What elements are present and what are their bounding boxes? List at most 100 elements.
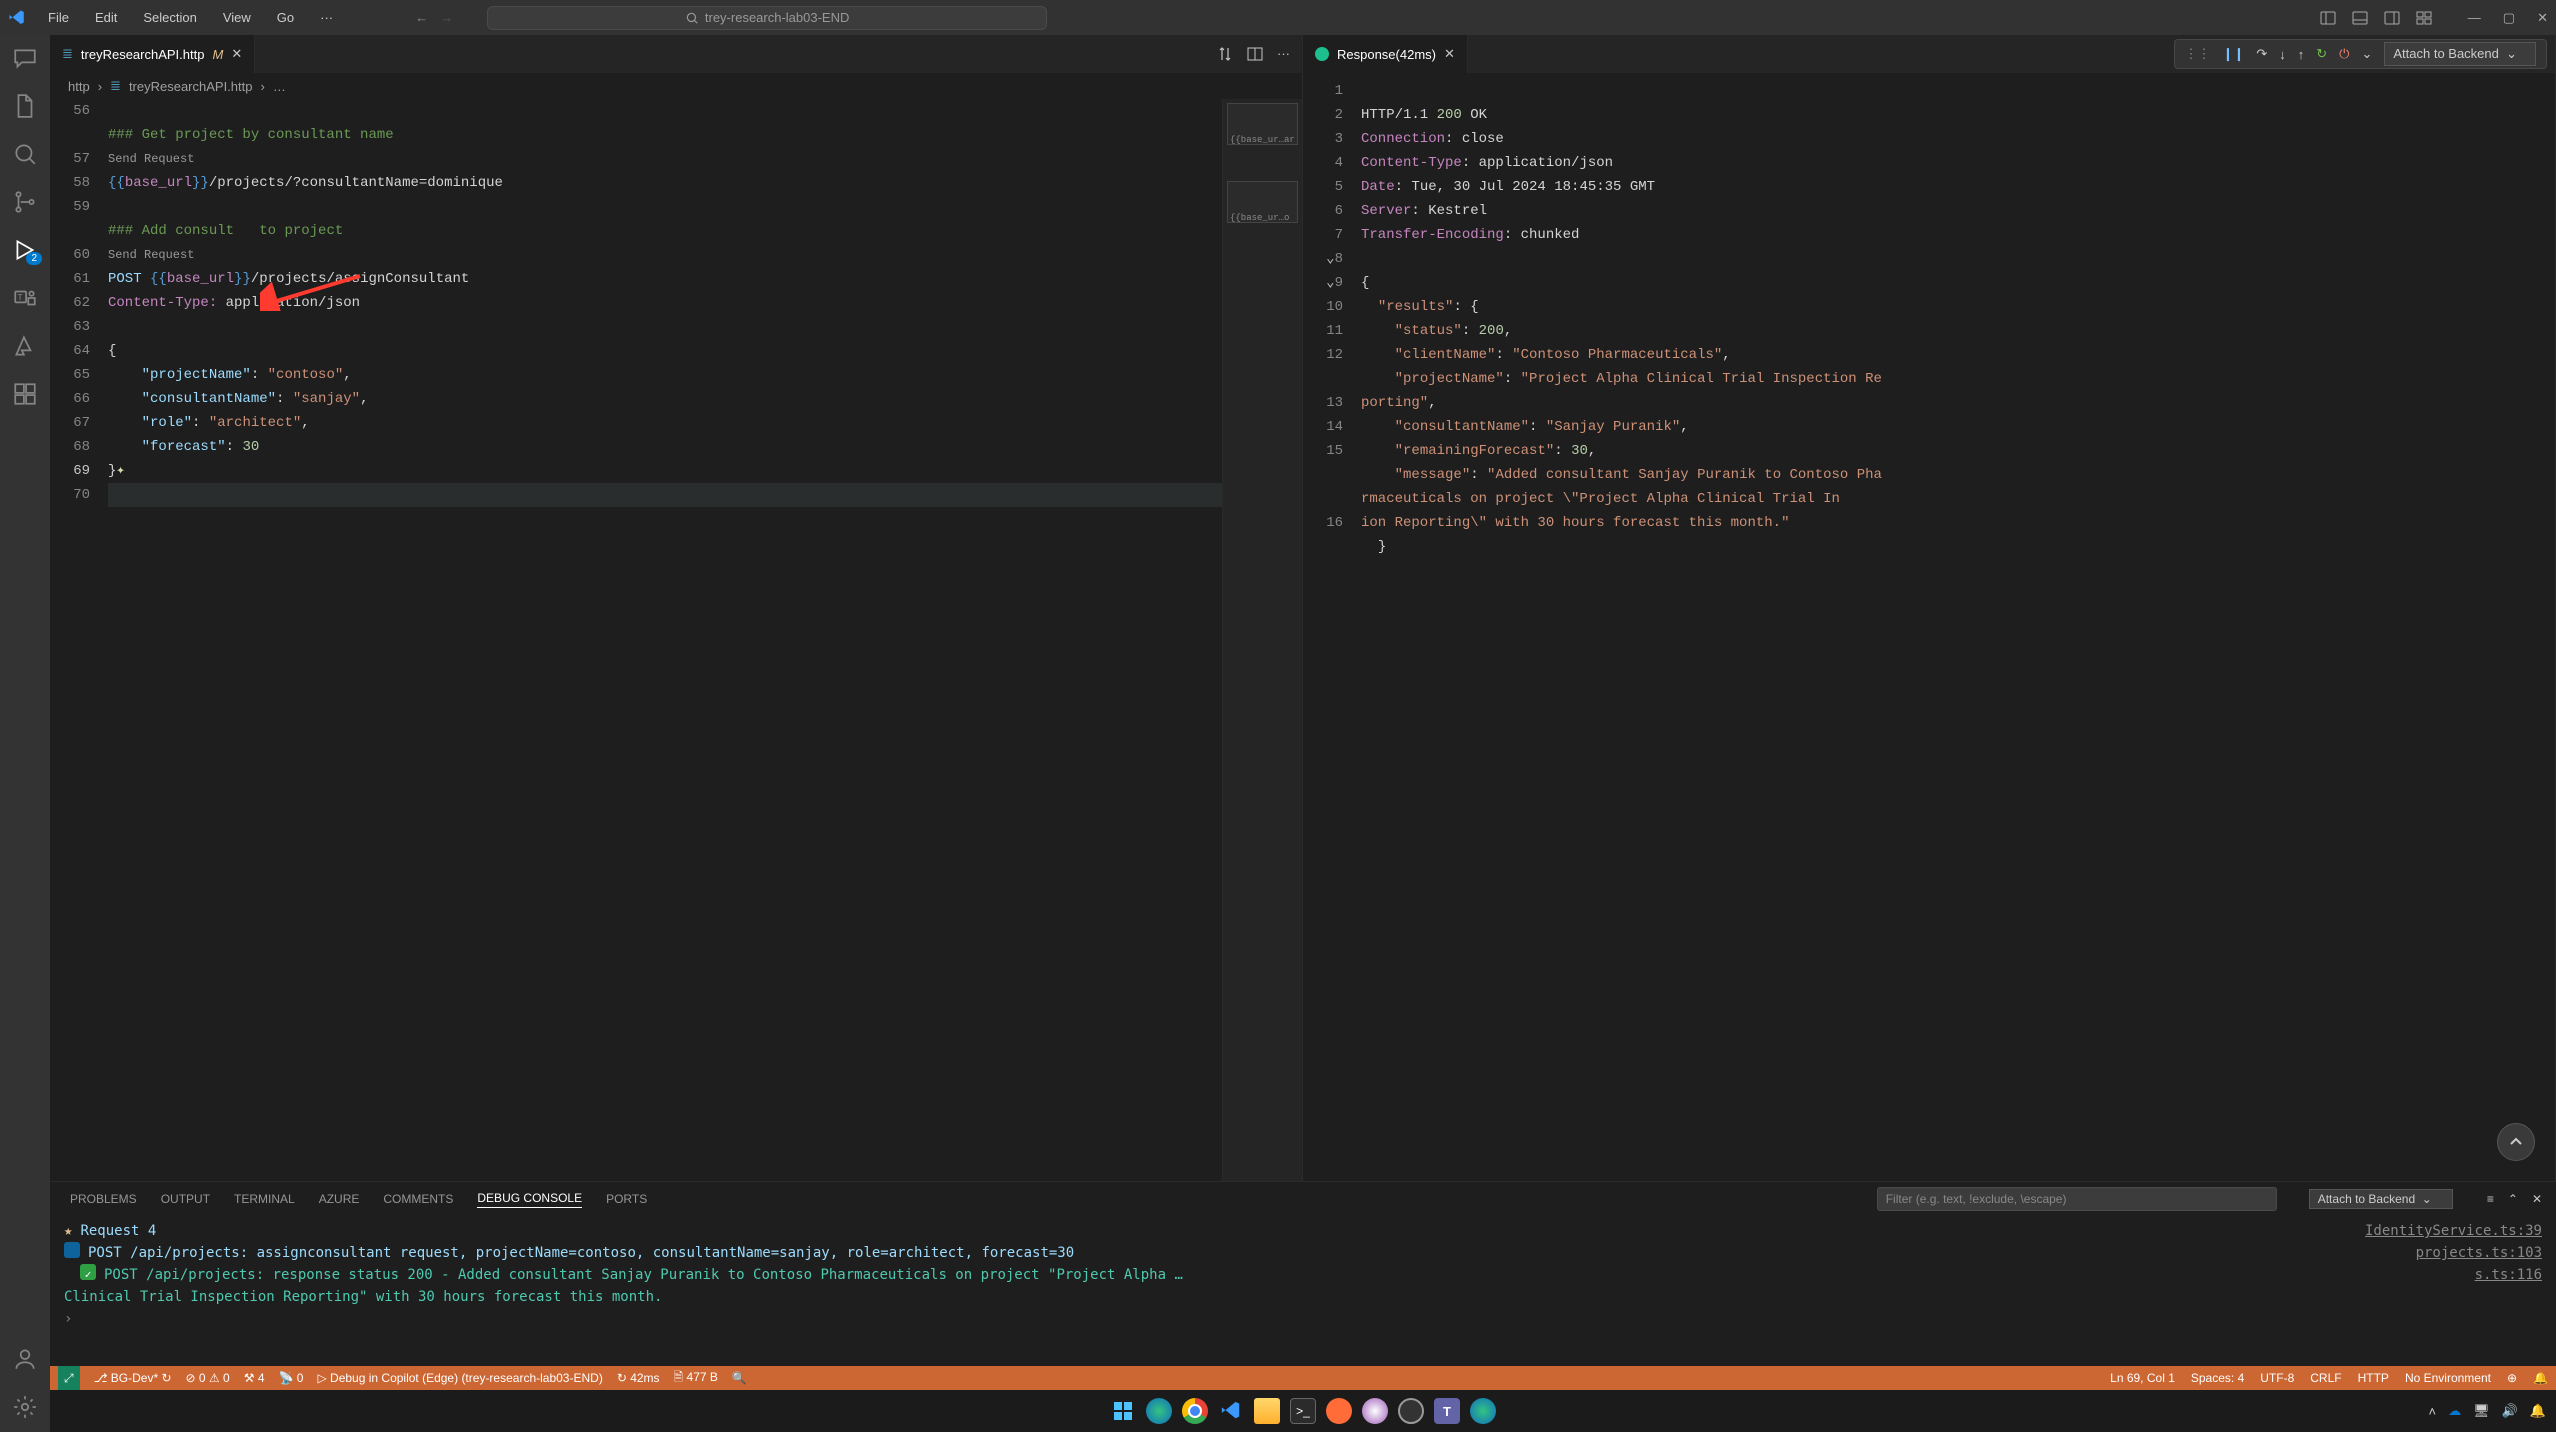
taskbar-terminal-icon[interactable]: >_ bbox=[1290, 1398, 1316, 1424]
code-content[interactable]: HTTP/1.1 200 OK Connection: close Conten… bbox=[1361, 79, 2555, 1181]
activity-settings-icon[interactable] bbox=[12, 1394, 38, 1420]
nav-back-icon[interactable]: ← bbox=[415, 10, 428, 25]
menu-more-icon[interactable]: ··· bbox=[316, 6, 337, 29]
activity-extensions-icon[interactable] bbox=[12, 381, 38, 407]
tab-close-icon[interactable]: ✕ bbox=[231, 46, 242, 62]
panel-tab-comments[interactable]: COMMENTS bbox=[383, 1192, 453, 1206]
activity-azure-icon[interactable] bbox=[12, 333, 38, 359]
activity-teams-icon[interactable]: T bbox=[12, 285, 38, 311]
taskbar-explorer-icon[interactable] bbox=[1254, 1398, 1280, 1424]
debug-toolbar[interactable]: ⋮⋮ ❙❙ ↷ ↓ ↑ ↻ ⏻ ⌄ Attach to Backend ⌄ bbox=[2174, 39, 2547, 69]
debug-restart-icon[interactable]: ↻ bbox=[2316, 46, 2327, 62]
nav-forward-icon[interactable]: → bbox=[440, 10, 453, 25]
menu-go[interactable]: Go bbox=[273, 6, 298, 29]
panel-close-icon[interactable]: ✕ bbox=[2532, 1192, 2542, 1206]
debug-console-body[interactable]: ★ Request 4 IdentityService.ts:39 POST /… bbox=[50, 1216, 2556, 1366]
status-environment[interactable]: No Environment bbox=[2405, 1371, 2491, 1385]
debug-disconnect-icon[interactable]: ⏻ bbox=[2339, 46, 2349, 62]
breadcrumbs[interactable]: http › ≣ treyResearchAPI.http › … bbox=[50, 73, 1302, 99]
layout-panel-icon[interactable] bbox=[2352, 10, 2368, 26]
debug-step-into-icon[interactable]: ↓ bbox=[2279, 47, 2286, 62]
source-link[interactable]: s.ts:116 bbox=[2475, 1264, 2542, 1286]
activity-run-debug-icon[interactable]: 2 bbox=[12, 237, 38, 263]
command-center[interactable]: trey-research-lab03-END bbox=[487, 6, 1047, 30]
panel-filter-input[interactable]: Filter (e.g. text, !exclude, \escape) bbox=[1877, 1187, 2277, 1211]
split-editor-icon[interactable] bbox=[1247, 46, 1263, 62]
activity-source-control-icon[interactable] bbox=[12, 189, 38, 215]
console-prompt[interactable]: › bbox=[64, 1308, 72, 1330]
taskbar-start-icon[interactable] bbox=[1110, 1398, 1136, 1424]
menu-edit[interactable]: Edit bbox=[91, 6, 121, 29]
layout-sidebar-right-icon[interactable] bbox=[2384, 10, 2400, 26]
panel-collapse-icon[interactable]: ⌃ bbox=[2508, 1192, 2518, 1206]
fold-icon[interactable]: ⌄ bbox=[1323, 247, 1335, 271]
activity-chat-icon[interactable] bbox=[12, 45, 38, 71]
activity-accounts-icon[interactable] bbox=[12, 1346, 38, 1372]
minimap[interactable]: {{base_ur…ar {{base_ur…o bbox=[1222, 99, 1302, 1181]
status-bell-icon[interactable]: 🔔 bbox=[2533, 1371, 2548, 1385]
panel-tab-problems[interactable]: PROBLEMS bbox=[70, 1192, 137, 1206]
taskbar-edge-icon[interactable] bbox=[1146, 1398, 1172, 1424]
tray-notifications-icon[interactable]: 🔔 bbox=[2530, 1403, 2546, 1419]
taskbar-copilot-icon[interactable] bbox=[1362, 1398, 1388, 1424]
status-debug-launch[interactable]: ▷ Debug in Copilot (Edge) (trey-research… bbox=[317, 1371, 602, 1385]
status-encoding[interactable]: UTF-8 bbox=[2260, 1371, 2294, 1385]
status-copilot-icon[interactable]: ⊕ bbox=[2507, 1371, 2517, 1385]
right-code-editor[interactable]: 1 2 3 4 5 6 7 ⌄8 ⌄9 10 11 12 13 14 15 16… bbox=[1303, 73, 2555, 1181]
panel-debug-select[interactable]: Attach to Backend ⌄ bbox=[2309, 1189, 2453, 1209]
panel-tab-ports[interactable]: PORTS bbox=[606, 1192, 647, 1206]
system-tray[interactable]: ˄ ☁ 🖥 🔊 🔔 bbox=[2429, 1403, 2546, 1419]
status-radio[interactable]: 📡 0 bbox=[279, 1371, 304, 1385]
remote-indicator[interactable]: ⤢ bbox=[58, 1366, 80, 1390]
codelens-send-request-2[interactable]: Send Request bbox=[108, 248, 194, 262]
activity-explorer-icon[interactable] bbox=[12, 93, 38, 119]
breadcrumb-file[interactable]: treyResearchAPI.http bbox=[129, 79, 253, 94]
panel-tab-output[interactable]: OUTPUT bbox=[161, 1192, 210, 1206]
status-cursor[interactable]: Ln 69, Col 1 bbox=[2110, 1371, 2175, 1385]
tray-volume-icon[interactable]: 🔊 bbox=[2502, 1403, 2518, 1419]
taskbar-postman-icon[interactable] bbox=[1326, 1398, 1352, 1424]
taskbar-teams-icon[interactable]: T bbox=[1434, 1398, 1460, 1424]
menu-selection[interactable]: Selection bbox=[139, 6, 200, 29]
debug-pause-icon[interactable]: ❙❙ bbox=[2223, 46, 2245, 62]
menu-view[interactable]: View bbox=[219, 6, 255, 29]
tray-chevron-up-icon[interactable]: ˄ bbox=[2429, 1404, 2437, 1419]
tab-response[interactable]: Response(42ms) ✕ bbox=[1303, 35, 1468, 73]
fold-icon[interactable]: ⌄ bbox=[1323, 271, 1335, 295]
drag-handle-icon[interactable]: ⋮⋮ bbox=[2185, 46, 2211, 62]
left-code-editor[interactable]: 56 57 58 59 60 61 62 63 64 65 66 67 68 6… bbox=[50, 99, 1302, 1181]
menu-file[interactable]: File bbox=[44, 6, 73, 29]
tab-http-file[interactable]: ≣ treyResearchAPI.http M ✕ bbox=[50, 35, 255, 73]
window-restore-icon[interactable]: ▢ bbox=[2503, 10, 2515, 26]
tray-network-icon[interactable]: 🖥 bbox=[2473, 1403, 2490, 1419]
window-close-icon[interactable]: ✕ bbox=[2537, 10, 2548, 26]
taskbar-vscode-icon[interactable] bbox=[1218, 1398, 1244, 1424]
scroll-to-top-button[interactable] bbox=[2497, 1123, 2535, 1161]
tray-onedrive-icon[interactable]: ☁ bbox=[2448, 1403, 2461, 1419]
status-zoom-icon[interactable]: 🔍 bbox=[732, 1371, 747, 1385]
layout-customize-icon[interactable] bbox=[2416, 10, 2432, 26]
panel-clear-icon[interactable]: ≡ bbox=[2487, 1192, 2494, 1206]
status-eol[interactable]: CRLF bbox=[2310, 1371, 2341, 1385]
chevron-down-icon[interactable]: ⌄ bbox=[2361, 46, 2372, 62]
taskbar-app-icon[interactable] bbox=[1398, 1398, 1424, 1424]
panel-tab-terminal[interactable]: TERMINAL bbox=[234, 1192, 295, 1206]
status-ports-forward[interactable]: ⚒ 4 bbox=[244, 1371, 265, 1385]
status-problems[interactable]: ⊘ 0 ⚠ 0 bbox=[186, 1371, 230, 1385]
tab-more-icon[interactable]: ··· bbox=[1277, 46, 1290, 62]
source-link[interactable]: IdentityService.ts:39 bbox=[2365, 1220, 2542, 1242]
debug-step-over-icon[interactable]: ↷ bbox=[2256, 46, 2267, 62]
source-link[interactable]: projects.ts:103 bbox=[2416, 1242, 2542, 1264]
copilot-sparkle-icon[interactable]: ✦ bbox=[116, 463, 124, 479]
breadcrumb-rest[interactable]: … bbox=[273, 79, 286, 94]
status-timing[interactable]: ↻ 42ms bbox=[617, 1371, 660, 1385]
codelens-send-request[interactable]: Send Request bbox=[108, 152, 194, 166]
status-language[interactable]: HTTP bbox=[2358, 1371, 2389, 1385]
code-content[interactable]: ### Get project by consultant name Send … bbox=[108, 99, 1222, 1181]
taskbar-edge2-icon[interactable] bbox=[1470, 1398, 1496, 1424]
tab-close-icon[interactable]: ✕ bbox=[1444, 46, 1455, 62]
activity-search-icon[interactable] bbox=[12, 141, 38, 167]
status-size[interactable]: 🗎 477 B bbox=[674, 1368, 718, 1389]
debug-config-select[interactable]: Attach to Backend ⌄ bbox=[2384, 42, 2536, 66]
compare-changes-icon[interactable] bbox=[1217, 46, 1233, 62]
